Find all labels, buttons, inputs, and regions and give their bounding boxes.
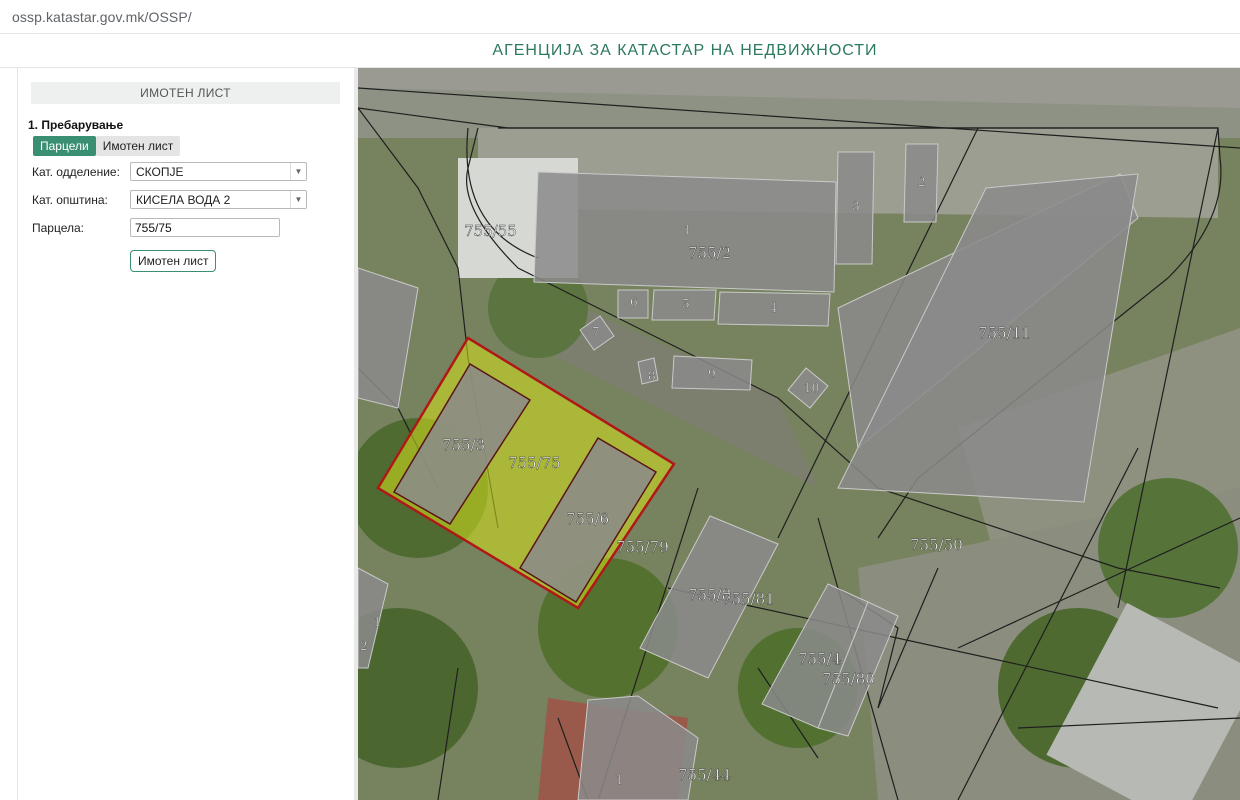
parcel-label: 755/6 bbox=[566, 510, 609, 528]
building-number: 4 bbox=[770, 301, 778, 315]
building-number: 2 bbox=[918, 175, 926, 189]
property-sheet-button[interactable]: Имотен лист bbox=[130, 250, 217, 272]
parcel-label: 755/55 bbox=[464, 222, 517, 240]
parcel-label: 755/2 bbox=[688, 244, 731, 262]
parcel-input[interactable] bbox=[130, 218, 280, 237]
building-number: 10 bbox=[804, 381, 819, 395]
department-select[interactable]: СКОПЈЕ ▼ bbox=[130, 162, 307, 181]
department-label: Кат. одделение: bbox=[32, 164, 120, 179]
municipality-select[interactable]: КИСЕЛА ВОДА 2 ▼ bbox=[130, 190, 307, 209]
building-number: 7 bbox=[592, 325, 600, 339]
parcel-label: 755/50 bbox=[910, 536, 963, 554]
building-number: 8 bbox=[648, 369, 656, 383]
page-title: АГЕНЦИЈА ЗА КАТАСТАР НА НЕДВИЖНОСТИ bbox=[492, 41, 878, 59]
parcel-label: 755/81 bbox=[722, 590, 775, 608]
panel-heading: ИМОТЕН ЛИСТ bbox=[31, 82, 340, 104]
map-canvas[interactable]: 755/55 755/2 755/11 755/3 755/75 755/6 7… bbox=[358, 68, 1240, 800]
parcel-label: Парцела: bbox=[32, 220, 84, 235]
building-number: 1 bbox=[616, 773, 624, 787]
parcel-label: 755/3 bbox=[442, 436, 485, 454]
building-number: 5 bbox=[682, 297, 690, 311]
search-panel: ИМОТЕН ЛИСТ 1. Пребарување Парцели Имоте… bbox=[18, 68, 354, 800]
site-header: АГЕНЦИЈА ЗА КАТАСТАР НА НЕДВИЖНОСТИ bbox=[0, 34, 1240, 68]
parcel-row: Парцела: bbox=[32, 218, 280, 237]
url-text[interactable]: ossp.katastar.gov.mk/OSSP/ bbox=[12, 9, 192, 25]
section-title: 1. Пребарување bbox=[28, 118, 124, 132]
tree-area bbox=[1098, 478, 1238, 618]
building-number: 6 bbox=[630, 295, 638, 309]
parcel-label: 755/44 bbox=[678, 766, 731, 784]
chevron-down-icon[interactable]: ▼ bbox=[290, 163, 306, 180]
municipality-value: КИСЕЛА ВОДА 2 bbox=[136, 192, 231, 207]
parcel-label: 755/11 bbox=[978, 324, 1031, 342]
cadastral-map[interactable]: 755/55 755/2 755/11 755/3 755/75 755/6 7… bbox=[358, 68, 1240, 800]
left-gutter bbox=[0, 68, 18, 800]
parcel-label: 755/4 bbox=[798, 650, 841, 668]
department-row: Кат. одделение: СКОПЈЕ ▼ bbox=[32, 162, 307, 181]
browser-address-bar[interactable]: ı ossp.katastar.gov.mk/OSSP/ bbox=[0, 0, 1240, 34]
building-number: 2 bbox=[360, 639, 368, 653]
department-value: СКОПЈЕ bbox=[136, 164, 184, 179]
chevron-down-icon[interactable]: ▼ bbox=[290, 191, 306, 208]
municipality-label: Кат. општина: bbox=[32, 192, 108, 207]
tab-property-sheet[interactable]: Имотен лист bbox=[95, 136, 181, 156]
building-number: 9 bbox=[708, 367, 716, 381]
parcel-label: 755/75 bbox=[508, 454, 561, 472]
parcel-label: 755/80 bbox=[822, 670, 875, 688]
tab-parcels[interactable]: Парцели bbox=[33, 136, 96, 156]
parcel-label: 755/79 bbox=[616, 538, 669, 556]
building-number: 1 bbox=[374, 615, 382, 629]
search-tabs: Парцели Имотен лист bbox=[33, 136, 181, 156]
building-number: 3 bbox=[852, 199, 860, 213]
municipality-row: Кат. општина: КИСЕЛА ВОДА 2 ▼ bbox=[32, 190, 307, 209]
building-number: 1 bbox=[684, 223, 692, 237]
lock-icon: ı bbox=[0, 11, 6, 23]
